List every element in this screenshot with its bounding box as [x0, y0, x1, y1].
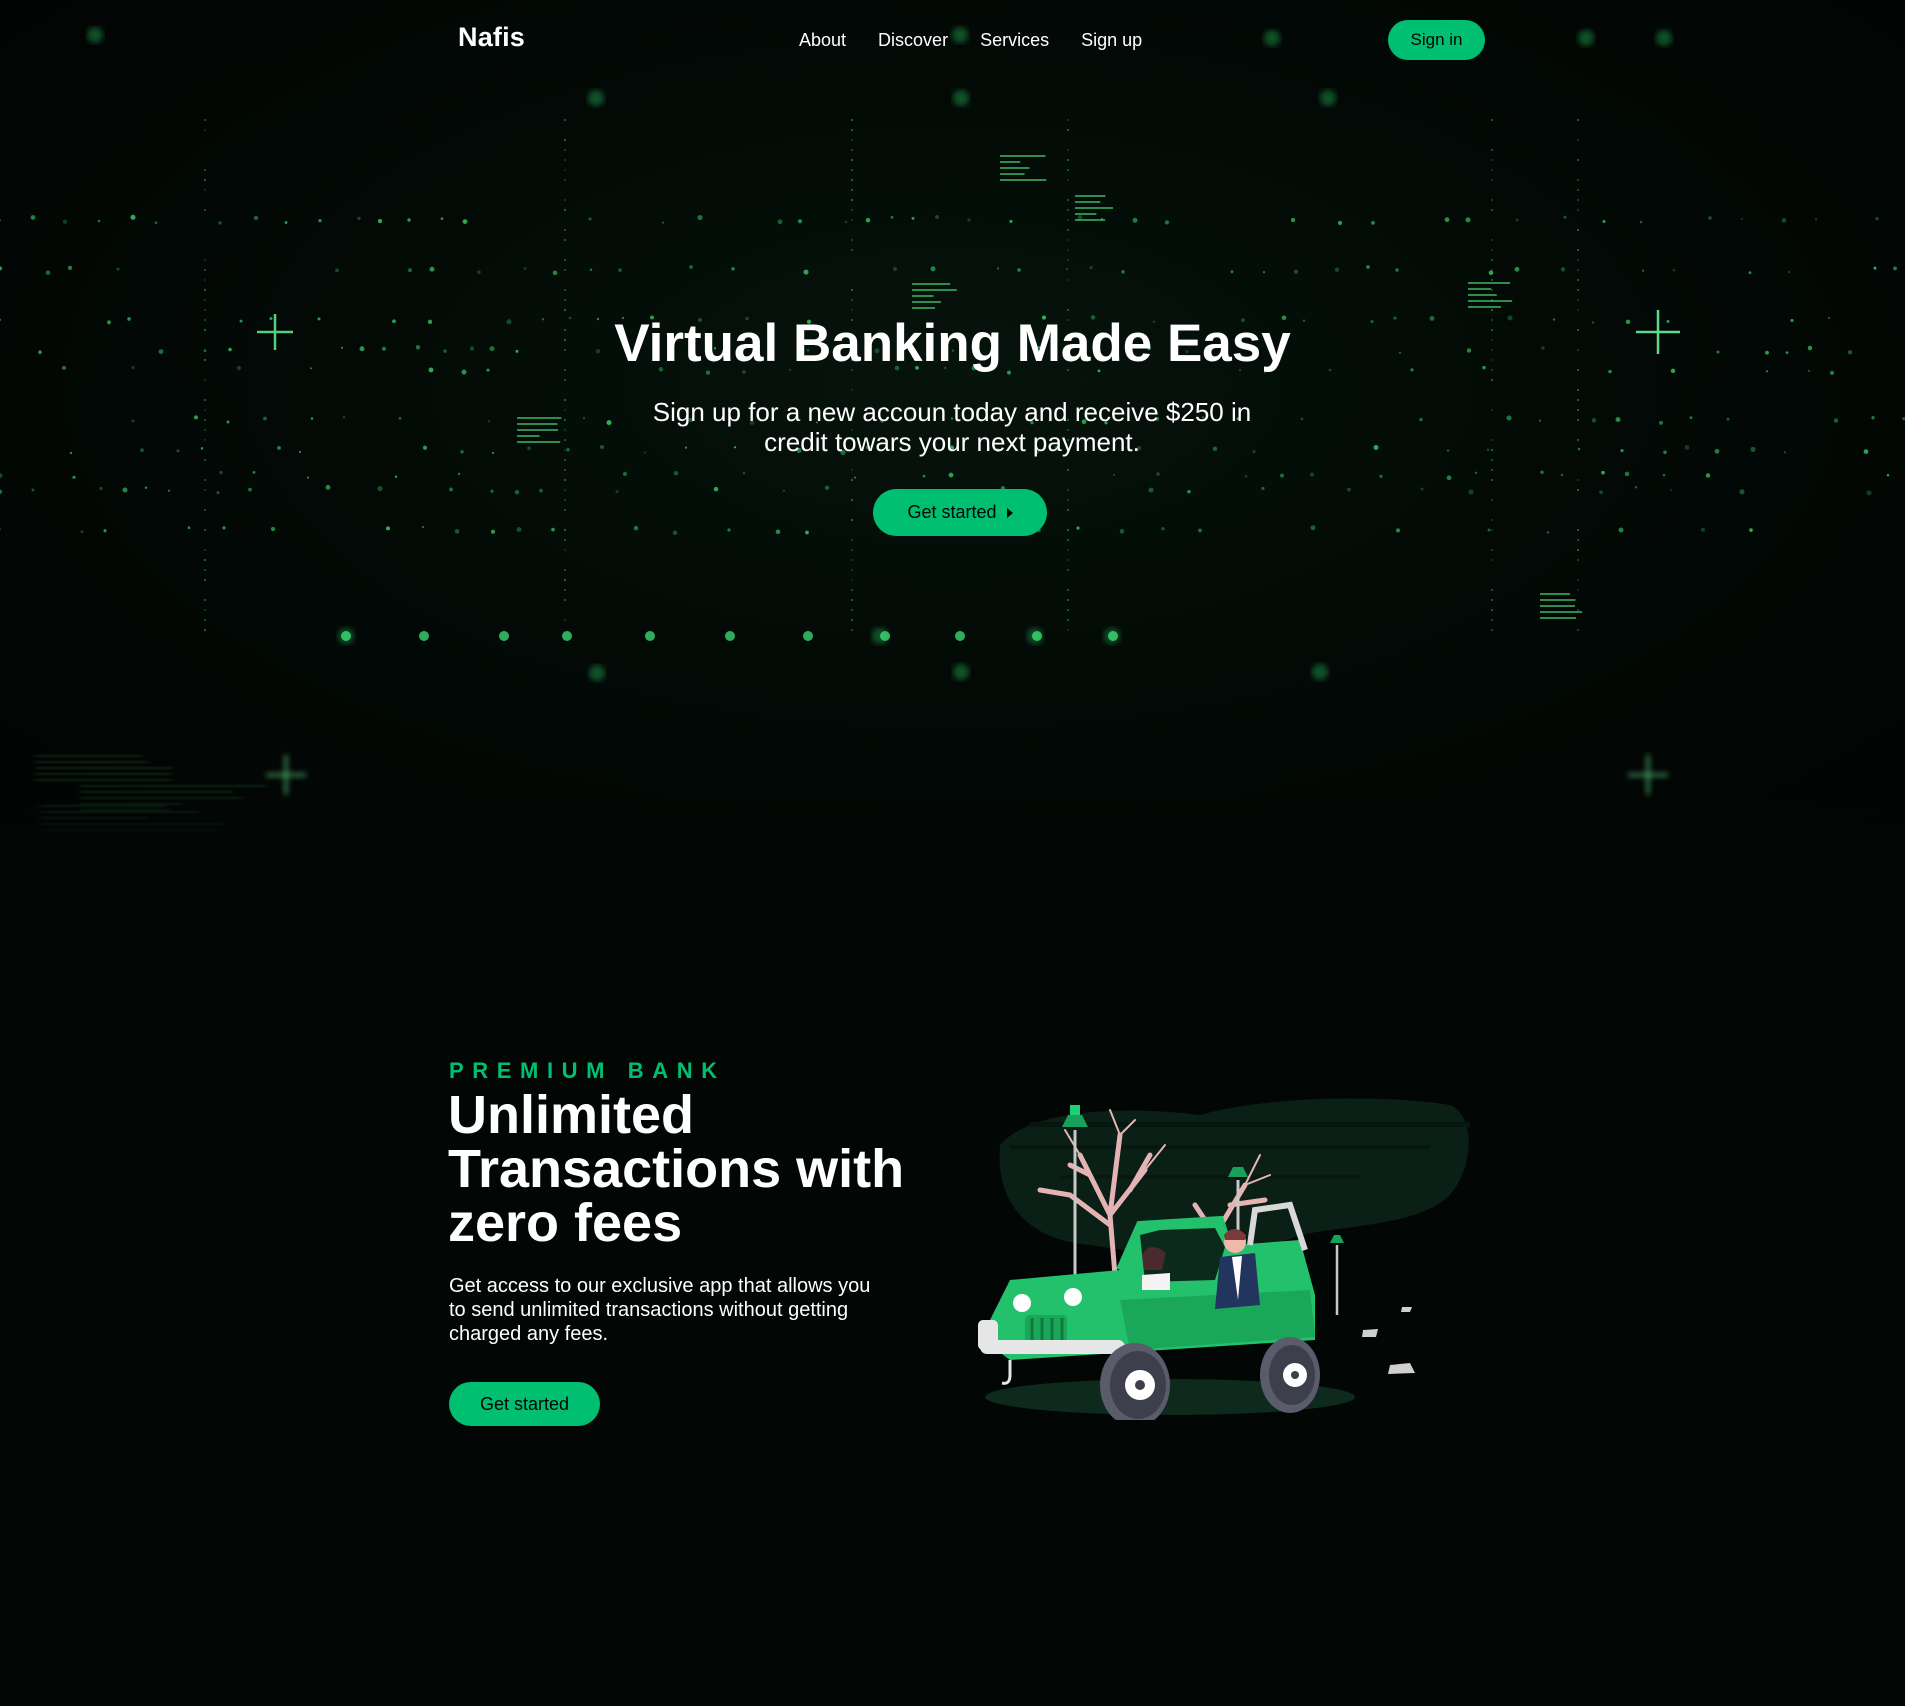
nav-link-signup[interactable]: Sign up: [1065, 28, 1158, 52]
top-line: PREMIUM BANK: [449, 1058, 726, 1083]
nav-menu: About Discover Services Sign up: [783, 28, 1158, 52]
hero-button-label: Get started: [907, 502, 997, 522]
hero-subtitle: Sign up for a new accoun today and recei…: [652, 397, 1252, 457]
info-section: PREMIUM BANK Unlimited Transactions with…: [0, 850, 1905, 1706]
green-jeep-illustration: [978, 1098, 1470, 1420]
nav-item-services: Services: [964, 28, 1065, 52]
page: Nafis About Discover Services Sign up Si…: [0, 0, 1905, 1706]
nav-item-discover: Discover: [862, 28, 964, 52]
info-description: Get access to our exclusive app that all…: [449, 1275, 871, 1345]
navbar: Nafis About Discover Services Sign up Si…: [0, 0, 1905, 80]
nav-link-services[interactable]: Services: [964, 28, 1065, 52]
nav-item-about: About: [783, 28, 862, 52]
hero-title: Virtual Banking Made Easy: [614, 314, 1291, 373]
sign-in-button[interactable]: Sign in: [1388, 20, 1485, 60]
info-heading: Unlimited Transactions with zero fees: [448, 1085, 905, 1253]
hero-section: Nafis About Discover Services Sign up Si…: [0, 0, 1905, 850]
nav-link-about[interactable]: About: [783, 28, 862, 52]
chevron-right-icon: [1006, 507, 1013, 518]
hero-get-started-button[interactable]: Get started: [873, 489, 1047, 536]
nav-link-discover[interactable]: Discover: [862, 28, 964, 52]
hero-fade: [0, 790, 1905, 850]
logo[interactable]: Nafis: [458, 22, 525, 53]
info-get-started-button[interactable]: Get started: [449, 1382, 600, 1426]
nav-item-signup: Sign up: [1065, 28, 1158, 52]
